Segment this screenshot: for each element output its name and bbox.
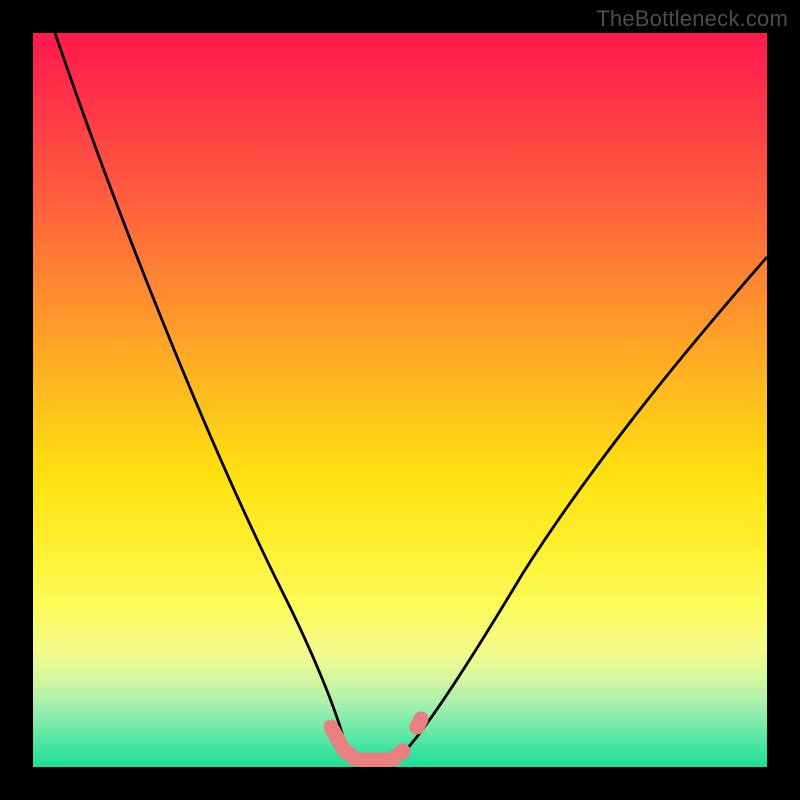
watermark-text: TheBottleneck.com [596, 6, 788, 32]
chart-gradient-background [33, 33, 767, 767]
chart-frame: TheBottleneck.com [0, 0, 800, 800]
